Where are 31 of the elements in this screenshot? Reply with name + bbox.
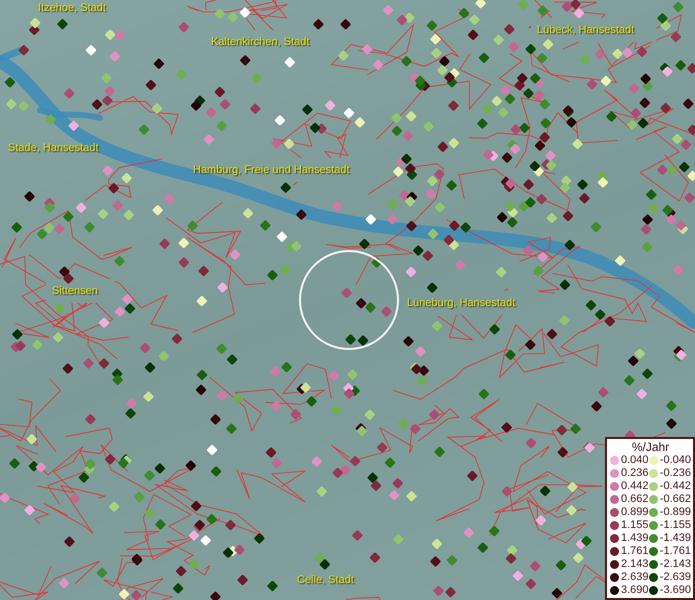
legend-label: 1.155 — [621, 519, 649, 532]
legend-label: -0.040 — [660, 454, 691, 467]
legend-label: -1.439 — [660, 532, 691, 545]
legend-label: -0.236 — [660, 467, 691, 480]
city-label: Celle, Stadt — [297, 574, 354, 587]
city-label: Lüneburg, Hansestadt — [407, 297, 516, 310]
legend-label: 2.143 — [621, 558, 649, 571]
legend-label: -1.761 — [660, 545, 691, 558]
legend-label: 0.040 — [621, 454, 649, 467]
legend-title: %/Jahr — [630, 440, 670, 454]
legend-label: 0.899 — [621, 506, 649, 519]
city-label: Sittensen — [52, 285, 98, 298]
legend-label: -3.690 — [660, 584, 691, 597]
legend-label: -0.662 — [660, 493, 691, 506]
city-label: Hamburg, Freie und Hansestadt — [193, 164, 350, 177]
city-label: Lübeck, Hansestadt — [537, 24, 634, 37]
legend-label: -1.155 — [660, 519, 691, 532]
legend-label: 0.442 — [621, 480, 649, 493]
city-label: Itzehoe, Stadt — [38, 2, 106, 15]
legend-label: 2.639 — [621, 571, 649, 584]
legend-label: 1.761 — [621, 545, 649, 558]
legend-label: 0.236 — [621, 467, 649, 480]
legend-label: 1.439 — [621, 532, 649, 545]
legend-label: 0.662 — [621, 493, 649, 506]
legend-label: 3.690 — [621, 584, 649, 597]
legend-label: -2.639 — [660, 571, 691, 584]
legend-label: -0.442 — [660, 480, 691, 493]
legend-label: -0.899 — [660, 506, 691, 519]
legend-label: -2.143 — [660, 558, 691, 571]
city-label: Stade, Hansestadt — [8, 142, 99, 155]
city-label: Kaltenkirchen, Stadt — [211, 36, 310, 49]
